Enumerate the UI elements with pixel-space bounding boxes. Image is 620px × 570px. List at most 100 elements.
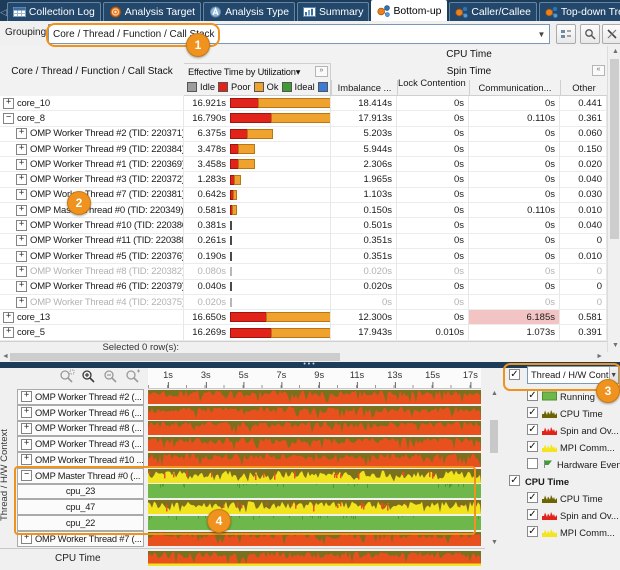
expand-icon[interactable]: + [21,423,32,434]
timeline-chart-cpu-47[interactable] [148,500,481,514]
legend-item-running-checkbox[interactable]: ✓ [527,390,538,401]
timeline-row-label[interactable]: +OMP Worker Thread #10 ... [17,452,144,468]
column-header-effective-time[interactable]: Effective Time by Utilization▾ » IdlePoo… [184,63,331,96]
expand-icon[interactable]: + [16,281,27,292]
expand-icon[interactable]: + [16,128,27,139]
table-row[interactable]: +OMP Worker Thread #3 (TID: 220372)1.283… [0,172,607,187]
expand-icon[interactable]: + [21,533,32,544]
vertical-scrollbar[interactable]: ▲ ▼ [607,46,620,352]
expand-icon[interactable]: + [16,189,27,200]
column-header-cpu-time[interactable]: CPU Time [331,46,607,64]
expand-icon[interactable]: + [16,266,27,277]
expand-icon[interactable]: + [3,312,14,323]
legend-item-cpu-time-checkbox[interactable]: ✓ [527,407,538,418]
expand-column-icon[interactable]: » [315,66,328,77]
search-button[interactable] [580,24,600,44]
scroll-left-icon[interactable]: ◄ [2,352,9,362]
zoom-out-icon[interactable] [103,369,123,385]
tab-summary[interactable]: Summary [297,2,369,21]
tab-analysis-target[interactable]: Analysis Target [103,2,201,21]
legend-item-cpu-time[interactable]: CPU Time [539,406,603,420]
zoom-in-icon[interactable] [81,369,101,385]
expand-icon[interactable]: + [16,297,27,308]
tab-top-down-tree[interactable]: Top-down Tree [539,2,620,21]
legend-group-cpu-time-checkbox[interactable]: ✓ [509,475,520,486]
timeline-chart-omp-worker-thread-8[interactable] [148,421,481,435]
collapse-icon[interactable]: − [3,113,14,124]
table-row[interactable]: +OMP Worker Thread #5 (TID: 220376)0.190… [0,249,607,264]
column-header-tree[interactable]: Core / Thread / Function / Call Stack [0,46,185,97]
timeline-vertical-scrollbar[interactable]: ▲ ▼ [487,389,501,547]
table-row[interactable]: +OMP Worker Thread #1 (TID: 220369)3.458… [0,157,607,172]
legend-item-mpi-comm-checkbox[interactable]: ✓ [527,441,538,452]
table-row[interactable]: +core_1016.921s18.414s0s0s0.441 [0,96,607,111]
table-row[interactable]: +OMP Worker Thread #2 (TID: 220371)6.375… [0,127,607,142]
collapse-column-icon[interactable]: « [592,65,605,76]
column-header-communication[interactable]: Communication... [469,80,560,96]
legend-item-cpu-mpi-comm-checkbox[interactable]: ✓ [527,526,538,537]
timeline-chart-omp-master-thread-0[interactable] [148,469,481,483]
timeline-chart-cpu-22[interactable] [148,516,481,530]
scroll-down-icon[interactable]: ▼ [612,341,619,351]
timeline-scroll-up-icon[interactable]: ▲ [491,389,498,399]
table-row[interactable]: +core_516.269s17.943s0.010s1.073s0.391 [0,325,607,340]
table-row[interactable]: −core_816.790s17.913s0s0.110s0.361 [0,111,607,126]
expand-icon[interactable]: + [16,159,27,170]
zoom-selection-icon[interactable] [59,369,79,385]
expand-icon[interactable]: + [21,391,32,402]
table-row[interactable]: +OMP Worker Thread #9 (TID: 220384)3.478… [0,142,607,157]
timeline-row-label[interactable]: +OMP Worker Thread #3 (... [17,436,144,452]
table-row[interactable]: +OMP Worker Thread #10 (TID: 220386)0.38… [0,218,607,233]
legend-item-hardware-even-checkbox[interactable] [527,458,538,469]
legend-item-cpu-cpu-time[interactable]: CPU Time [539,491,603,505]
expand-icon[interactable]: + [16,205,27,216]
chevron-down-icon[interactable]: ▼ [534,30,549,39]
hscroll-thumb[interactable] [10,353,340,361]
tab-bottom-up[interactable]: Bottom-up [371,0,447,21]
timeline-row-label[interactable]: cpu_23 [17,484,144,500]
collapse-icon[interactable]: − [21,470,32,481]
vscroll-thumb[interactable] [610,59,619,239]
legend-group-cpu-time[interactable]: CPU Time [521,474,569,488]
expand-icon[interactable]: + [3,98,14,109]
tab-collection-log[interactable]: Collection Log [7,2,101,21]
expand-icon[interactable]: + [21,407,32,418]
legend-item-hardware-even[interactable]: Hardware Even... [539,457,620,471]
legend-item-mpi-comm[interactable]: MPI Comm... [539,440,615,454]
legend-item-cpu-spin-and-ov-checkbox[interactable]: ✓ [527,509,538,520]
legend-item-cpu-spin-and-ov[interactable]: Spin and Ov... [539,508,619,522]
table-row[interactable]: +core_1316.650s12.300s0s6.185s0.581 [0,310,607,325]
column-header-spin-time[interactable]: Spin Time « [331,63,607,81]
expand-icon[interactable]: + [16,235,27,246]
legend-item-spin-and-ov-checkbox[interactable]: ✓ [527,424,538,435]
legend-item-cpu-cpu-time-checkbox[interactable]: ✓ [527,492,538,503]
legend-dropdown-checkbox[interactable]: ✓ [509,369,520,380]
splitter-handle-icon[interactable]: ••• [295,363,325,367]
scroll-right-icon[interactable]: ► [596,352,603,362]
custom-grouping-button[interactable] [556,24,576,44]
scroll-up-icon[interactable]: ▲ [612,47,619,57]
timeline-row-label[interactable]: −OMP Master Thread #0 (... [17,468,144,484]
timeline-chart-omp-worker-thread-3[interactable] [148,437,481,451]
table-row[interactable]: +OMP Worker Thread #8 (TID: 220382)0.080… [0,264,607,279]
table-row[interactable]: +OMP Worker Thread #4 (TID: 220375)0.020… [0,295,607,310]
legend-item-cpu-mpi-comm[interactable]: MPI Comm... [539,525,615,539]
expand-icon[interactable]: + [16,220,27,231]
tab-caller-callee[interactable]: Caller/Callee [449,2,536,21]
legend-item-running[interactable]: Running [539,389,595,403]
expand-icon[interactable]: + [16,144,27,155]
timeline-chart-omp-worker-thread-10[interactable] [148,453,481,467]
table-row[interactable]: +OMP Worker Thread #7 (TID: 220381)0.642… [0,188,607,203]
expand-icon[interactable]: + [21,439,32,450]
timeline-chart-omp-worker-thread-2[interactable] [148,390,481,404]
tab-analysis-type[interactable]: Analysis Type [203,2,295,21]
timeline-chart-omp-worker-thread-6[interactable] [148,406,481,420]
expand-icon[interactable]: + [16,174,27,185]
timeline-scroll-down-icon[interactable]: ▼ [491,538,498,548]
grouping-combobox[interactable]: Core / Thread / Function / Call Stack ▼ [48,24,550,44]
timeline-vscroll-thumb[interactable] [490,420,498,453]
timeline-chart-cpu-23[interactable] [148,484,481,498]
timeline-row-label[interactable]: +OMP Worker Thread #6 (... [17,405,144,421]
table-row[interactable]: +OMP Worker Thread #6 (TID: 220379)0.040… [0,280,607,295]
table-row[interactable]: +OMP Master Thread #0 (TID: 220349)0.581… [0,203,607,218]
